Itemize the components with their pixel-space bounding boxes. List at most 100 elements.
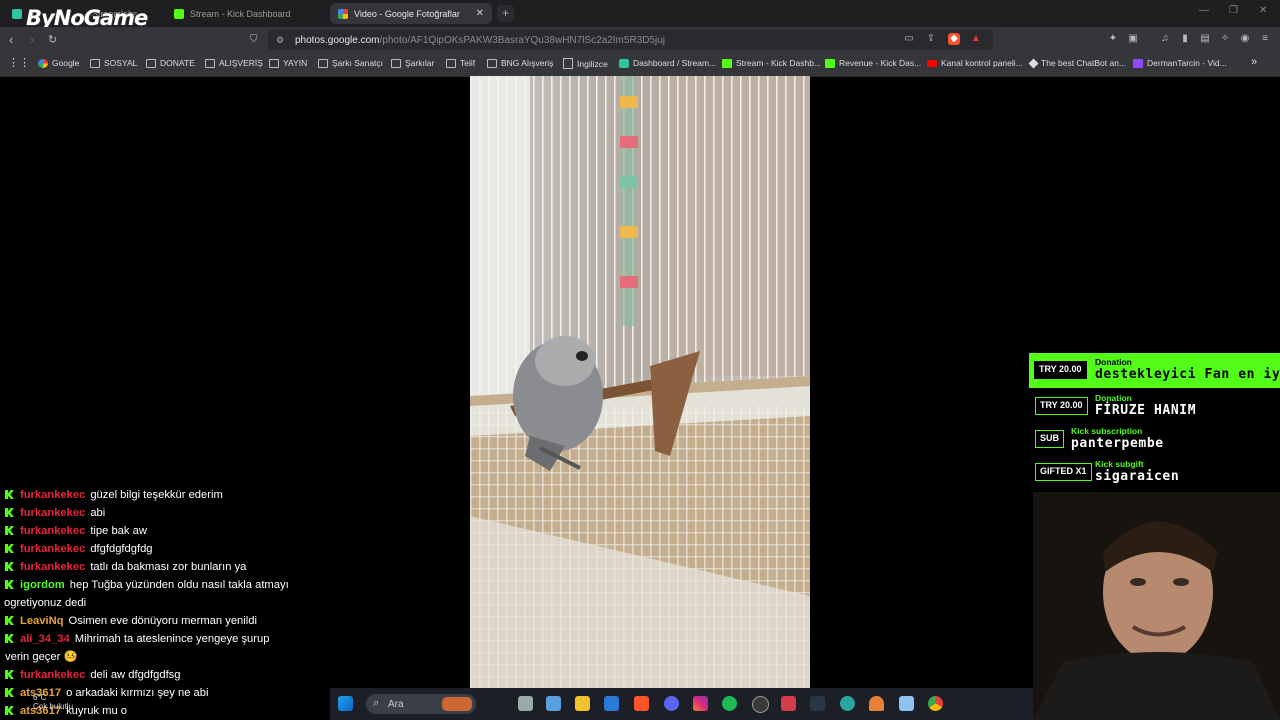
obs-icon[interactable]: [752, 696, 769, 713]
chrome-icon[interactable]: [928, 696, 943, 711]
bookmark-telif[interactable]: Telif: [446, 58, 475, 68]
chat-username: ali_34_34: [20, 633, 70, 645]
leo-ai-icon[interactable]: ✧: [1219, 33, 1231, 45]
brave-rewards-icon[interactable]: ▲: [970, 33, 982, 45]
chat-message: furkankekec abi: [5, 504, 325, 522]
site-info-icon[interactable]: ⚙: [276, 35, 284, 46]
chat-text: hep Tuğba yüzünden oldu nasıl takla atma…: [69, 579, 289, 591]
cast-icon[interactable]: ▭: [903, 33, 915, 45]
chat-text: güzel bilgi teşekkür ederim: [90, 489, 223, 501]
alert-name: sigaraicen: [1095, 469, 1180, 484]
chat-text: deli aw dfgdfgdfsg: [90, 669, 181, 681]
bookmark-sarki-sanatci[interactable]: Şarkı Sanatçı: [318, 58, 383, 68]
sidebar-icon[interactable]: ▮: [1179, 33, 1191, 45]
chat-message: furkankekec deli aw dfgdfgdfsg: [5, 666, 325, 684]
app-icon[interactable]: [810, 696, 825, 711]
bookmark-kick-revenue[interactable]: Revenue - Kick Das...: [825, 58, 921, 68]
bookmark-kick-dashboard[interactable]: Stream - Kick Dashb...: [722, 58, 821, 68]
taskbar-search[interactable]: ⌕ Ara: [366, 694, 476, 714]
bookmark-label: Revenue - Kick Das...: [839, 58, 922, 68]
chat-text: kuyruk mu o: [66, 705, 127, 717]
bookmark-label: İngilizce: [577, 58, 608, 69]
spotify-icon[interactable]: [722, 696, 737, 711]
share-icon[interactable]: ⇪: [925, 33, 937, 45]
minimize-button[interactable]: —: [1199, 5, 1209, 16]
bookmark-sosyal[interactable]: SOSYAL: [90, 58, 137, 68]
chat-username: furkankekec: [20, 669, 86, 681]
kick-icon: [825, 58, 835, 68]
bookmark-chatbot[interactable]: The best ChatBot an...: [1028, 58, 1127, 68]
back-icon[interactable]: ‹: [9, 32, 13, 47]
vpn-icon[interactable]: ◉: [1239, 33, 1251, 45]
bookmark-label: The best ChatBot an...: [1041, 58, 1127, 68]
notepad-icon[interactable]: [899, 696, 914, 711]
close-window-button[interactable]: ✕: [1259, 5, 1267, 16]
kick-badge-icon: [5, 688, 14, 697]
menu-icon[interactable]: ≡: [1259, 33, 1271, 45]
wallet-icon[interactable]: ▤: [1199, 33, 1211, 45]
folder-icon: [487, 58, 497, 68]
start-icon[interactable]: [338, 696, 353, 711]
bookmark-google[interactable]: Google: [38, 58, 79, 68]
alert-badge: TRY 20.00: [1035, 397, 1088, 415]
weather-desc: Çok bulutlu: [33, 702, 74, 711]
tab-kick-dashboard[interactable]: Stream - Kick Dashboard: [166, 3, 326, 24]
task-view-icon[interactable]: [518, 696, 533, 711]
chat-username: igordom: [20, 579, 65, 591]
media-icon[interactable]: ♫: [1159, 33, 1171, 45]
chat-text: tipe bak aw: [90, 525, 147, 537]
chat-message: furkankekec güzel bilgi teşekkür ederim: [5, 486, 325, 504]
bookmark-label: DONATE: [160, 58, 195, 68]
bookmark-label: Şarkılar: [405, 58, 435, 68]
kick-badge-icon: [5, 670, 14, 679]
kick-badge-icon: [5, 490, 14, 499]
screenshot-icon[interactable]: ▣: [1127, 33, 1139, 45]
bookmark-ingilizce[interactable]: İngilizce: [563, 58, 608, 69]
instagram-icon[interactable]: [693, 696, 708, 711]
maximize-button[interactable]: ❐: [1229, 5, 1238, 16]
reload-icon[interactable]: ↻: [48, 33, 57, 46]
streamer-face-image: [1033, 492, 1280, 720]
chat-text-continued: ogretiyonuz dedi: [4, 597, 87, 609]
alert-kind: Donation: [1095, 357, 1132, 367]
more-bookmarks-button[interactable]: »: [1251, 56, 1257, 68]
folder-icon: [205, 58, 215, 68]
app-icon[interactable]: [840, 696, 855, 711]
bookmark-sarkilar[interactable]: Şarkılar: [391, 58, 434, 68]
url-host: photos.google.com: [295, 34, 380, 46]
x-app-icon[interactable]: [781, 696, 796, 711]
chat-message: ali_34_34 Mihrimah ta ateslenince yengeye…: [5, 630, 325, 666]
bookmark-alisveris[interactable]: ALIŞVERİŞ: [205, 58, 263, 68]
url-field[interactable]: ⚙ photos.google.com/photo/AF1QipOKsPAKW3…: [268, 30, 993, 50]
bookmark-dermantarcin[interactable]: DermanTarcin - Vid...: [1133, 58, 1227, 68]
alert-kind: Kick subgift: [1095, 459, 1144, 469]
chat-message: furkankekec tipe bak aw: [5, 522, 325, 540]
bookmark-youtube-panel[interactable]: Kanal kontrol paneli...: [927, 58, 1023, 68]
kick-badge-icon: [5, 526, 14, 535]
bookmark-donate[interactable]: DONATE: [146, 58, 195, 68]
store-icon[interactable]: [546, 696, 561, 711]
video-photo[interactable]: [470, 76, 810, 688]
weather-widget[interactable]: 6°C Çok bulutlu: [33, 693, 73, 711]
brave-shield-icon[interactable]: ◆: [948, 33, 960, 45]
app-icon[interactable]: [869, 696, 884, 711]
discord-icon[interactable]: [664, 696, 679, 711]
bookmark-bng-alisveris[interactable]: BNG Alışveriş: [487, 58, 553, 68]
bookmark-icon[interactable]: ⛉: [250, 34, 258, 45]
tab-google-photos[interactable]: Video - Google Fotoğraflar ✕: [330, 3, 492, 24]
extensions-icon[interactable]: ✦: [1107, 33, 1119, 45]
brave-icon[interactable]: [634, 696, 649, 711]
new-tab-button[interactable]: +: [497, 5, 514, 22]
apps-icon[interactable]: ⋮⋮: [8, 56, 30, 69]
outlook-icon[interactable]: [604, 696, 619, 711]
close-tab-icon[interactable]: ✕: [476, 8, 484, 19]
file-explorer-icon[interactable]: [575, 696, 590, 711]
bookmarks-bar: ⋮⋮ Google SOSYAL DONATE ALIŞVERİŞ YAYIN …: [0, 53, 1280, 77]
weather-temp: 6°C: [33, 693, 47, 702]
bookmark-dashboard-stream[interactable]: Dashboard / Stream...: [619, 58, 716, 68]
chat-text: o arkadaki kırmızı şey ne abi: [66, 687, 209, 699]
forward-icon[interactable]: ›: [30, 32, 34, 47]
page-icon: [563, 58, 573, 69]
alert-name: panterpembe: [1071, 436, 1164, 451]
bookmark-yayin[interactable]: YAYIN: [269, 58, 307, 68]
